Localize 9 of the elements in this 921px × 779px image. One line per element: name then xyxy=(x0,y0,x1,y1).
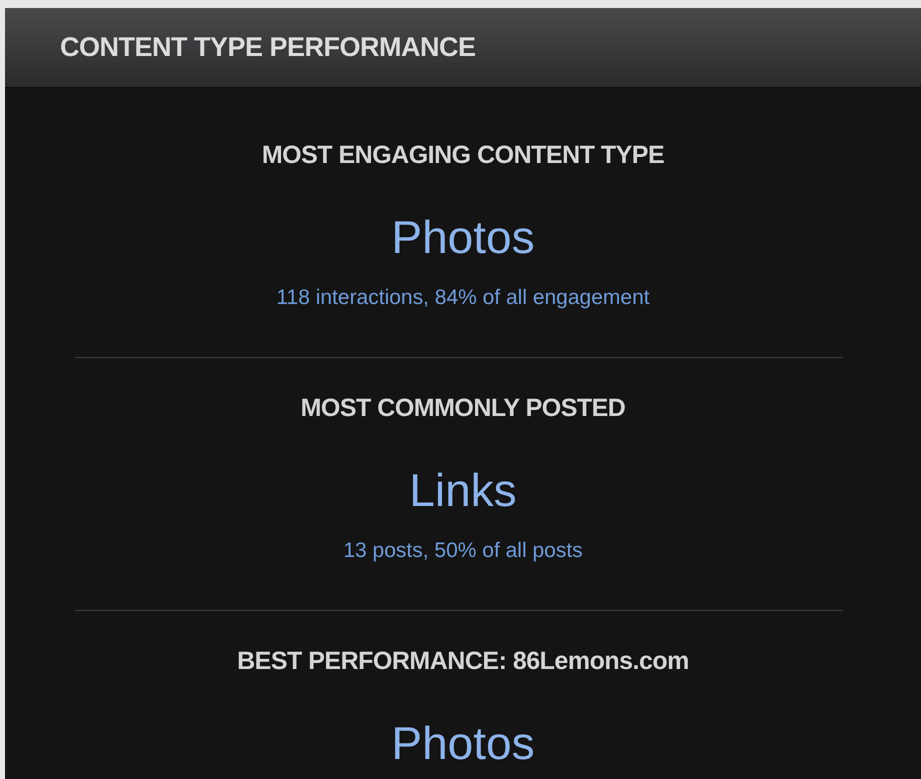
content-type-value: Photos xyxy=(391,716,535,771)
section-heading: MOST COMMONLY POSTED xyxy=(300,393,626,423)
panel-title: CONTENT TYPE PERFORMANCE xyxy=(60,31,476,64)
content-type-value: Links xyxy=(409,463,517,518)
stat-detail: 13 posts, 50% of all posts xyxy=(343,538,583,564)
section-heading: BEST PERFORMANCE: 86Lemons.com xyxy=(237,646,689,676)
stat-detail: 118 interactions, 84% of all engagement xyxy=(276,285,650,311)
content-type-value: Photos xyxy=(391,210,535,265)
section-heading: MOST ENGAGING CONTENT TYPE xyxy=(262,140,664,170)
